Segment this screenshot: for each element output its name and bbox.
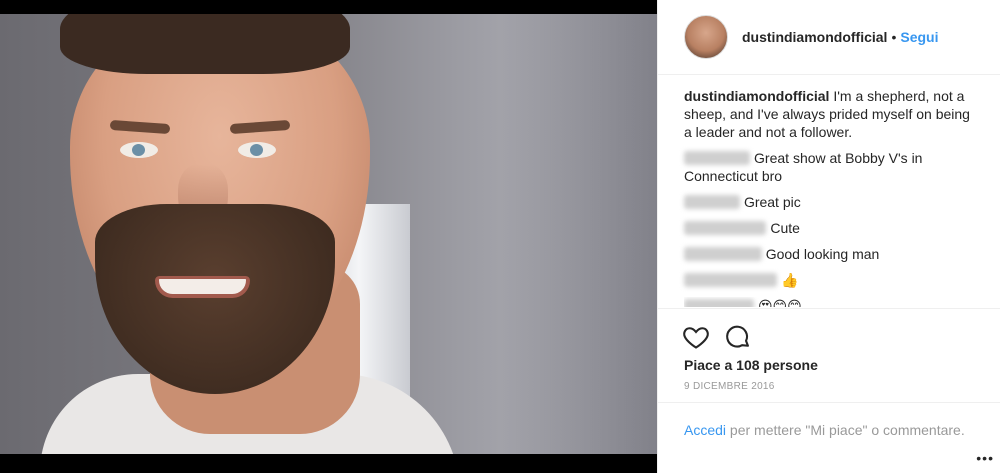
comment-username[interactable]: rebeccafort: [684, 299, 755, 307]
login-prompt-text: per mettere "Mi piace" o commentare.: [726, 422, 965, 438]
person-smile: [155, 276, 250, 298]
caption: dustindiamondofficial I'm a shepherd, no…: [684, 87, 980, 141]
person-hair: [60, 14, 350, 74]
login-prompt: Accedi per mettere "Mi piace" o commenta…: [658, 403, 1000, 440]
comment-item: rebeccafort 😍😊😊: [684, 297, 980, 307]
post-photo[interactable]: [0, 0, 657, 473]
comment-username[interactable]: pieceofsky: [684, 151, 751, 165]
comment-text: Great pic: [743, 194, 801, 210]
person-eye-right: [238, 142, 276, 158]
photo-content: [0, 14, 657, 454]
comment-item: carlachristian Cute: [684, 219, 980, 237]
login-link[interactable]: Accedi: [684, 422, 726, 438]
comments-list[interactable]: dustindiamondofficial I'm a shepherd, no…: [658, 75, 1000, 309]
comment-text: Good looking man: [765, 246, 880, 262]
post-header: dustindiamondofficial • Segui: [658, 0, 1000, 75]
action-bar: [658, 309, 1000, 357]
comment-username[interactable]: jdudgeifit: [684, 195, 741, 209]
comment-username[interactable]: carlachristian: [684, 221, 767, 235]
comment-item: brogllivdovie Good looking man: [684, 245, 980, 263]
comment-item: andromediamo 👍: [684, 271, 980, 289]
heart-icon[interactable]: [682, 323, 710, 356]
comment-text: Cute: [770, 220, 800, 236]
caption-username[interactable]: dustindiamondofficial: [684, 88, 829, 104]
comment-bubble-icon[interactable]: [724, 323, 752, 356]
comment-username[interactable]: brogllivdovie: [684, 247, 762, 261]
instagram-post: dustindiamondofficial • Segui dustindiam…: [0, 0, 1000, 473]
comment-text: 😍😊😊: [757, 298, 802, 307]
comment-item: pieceofsky Great show at Bobby V's in Co…: [684, 149, 980, 185]
more-options-icon[interactable]: •••: [976, 451, 994, 465]
background-shadow: [500, 14, 657, 454]
comment-item: jdudgeifit Great pic: [684, 193, 980, 211]
likes-count[interactable]: Piace a 108 persone: [658, 357, 1000, 373]
profile-avatar[interactable]: [684, 15, 728, 59]
header-separator: •: [891, 29, 897, 45]
comment-text: 👍: [781, 272, 799, 288]
header-username[interactable]: dustindiamondofficial: [742, 29, 887, 45]
comment-username[interactable]: andromediamo: [684, 273, 778, 287]
follow-button[interactable]: Segui: [900, 29, 938, 45]
post-side-panel: dustindiamondofficial • Segui dustindiam…: [657, 0, 1000, 473]
person-eye-left: [120, 142, 158, 158]
post-date: 9 DICEMBRE 2016: [658, 373, 1000, 403]
